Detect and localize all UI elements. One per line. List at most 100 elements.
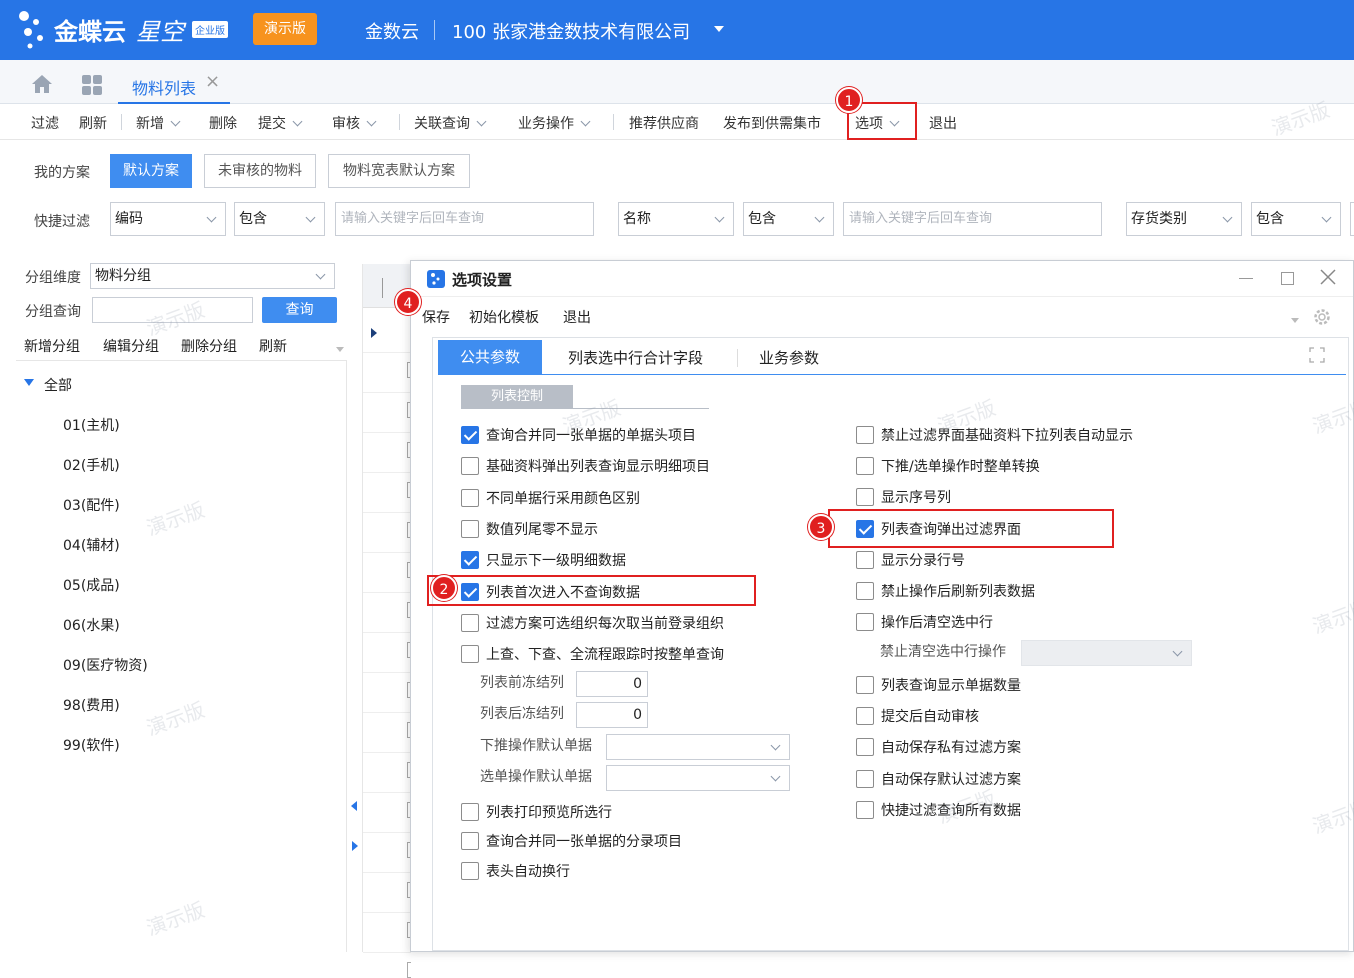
gear-icon[interactable] bbox=[1312, 307, 1332, 331]
scheme-wide-button[interactable]: 物料宽表默认方案 bbox=[328, 154, 470, 188]
forbid-clear-select[interactable] bbox=[1021, 640, 1192, 666]
tab-business-params[interactable]: 业务参数 bbox=[759, 347, 819, 368]
option-checkbox[interactable] bbox=[461, 426, 479, 444]
scheme-unaudited-button[interactable]: 未审核的物料 bbox=[204, 154, 316, 188]
option-checkbox[interactable] bbox=[856, 488, 874, 507]
dialog-exit-button[interactable]: 退出 bbox=[563, 307, 591, 327]
option-checkbox[interactable] bbox=[856, 676, 874, 694]
option-checkbox[interactable] bbox=[461, 803, 479, 821]
option-label: 查询合并同一张单据的分录项目 bbox=[486, 834, 682, 851]
option-checkbox[interactable] bbox=[461, 861, 479, 880]
related-query-button[interactable]: 关联查询 bbox=[414, 113, 487, 133]
filter-field-select-1[interactable]: 编码 bbox=[110, 202, 226, 236]
option-checkbox[interactable] bbox=[461, 519, 479, 538]
option-checkbox[interactable] bbox=[461, 551, 479, 570]
publish-button[interactable]: 发布到供需集市 bbox=[723, 113, 821, 133]
tab-material-list[interactable]: 物料列表 × bbox=[118, 60, 230, 104]
option-checkbox[interactable] bbox=[461, 832, 479, 851]
home-icon[interactable] bbox=[31, 74, 53, 98]
tree-item[interactable]: 98(费用) bbox=[63, 695, 120, 715]
tab-sum-fields[interactable]: 列表选中行合计字段 bbox=[568, 347, 703, 368]
add-group-button[interactable]: 新增分组 bbox=[24, 336, 80, 356]
filter-field-select-3[interactable]: 存货类别 bbox=[1126, 202, 1242, 236]
filter-input-3-edge[interactable] bbox=[1350, 202, 1354, 236]
tree-item[interactable]: 04(辅材) bbox=[63, 535, 120, 555]
option-checkbox[interactable] bbox=[856, 800, 874, 819]
chevron-down-icon bbox=[1321, 212, 1332, 223]
filter-field-select-2[interactable]: 名称 bbox=[618, 202, 734, 236]
recommend-supplier-button[interactable]: 推荐供应商 bbox=[629, 113, 699, 133]
refresh-button[interactable]: 刷新 bbox=[79, 113, 107, 133]
org-dropdown-icon[interactable] bbox=[714, 26, 724, 32]
push-default-select[interactable] bbox=[606, 734, 790, 760]
filter-operator-select-3[interactable]: 包含 bbox=[1251, 202, 1341, 236]
select-default-select[interactable] bbox=[606, 765, 790, 791]
tree-item[interactable]: 99(软件) bbox=[63, 735, 120, 755]
collapse-left-icon[interactable] bbox=[351, 801, 357, 811]
chevron-down-icon bbox=[770, 771, 781, 782]
option-checkbox[interactable] bbox=[856, 613, 874, 632]
option-checkbox[interactable] bbox=[461, 613, 479, 632]
more-icon[interactable] bbox=[336, 347, 344, 352]
filter-button[interactable]: 过滤 bbox=[31, 113, 59, 133]
tree-item[interactable]: 03(配件) bbox=[63, 495, 120, 515]
filter-keyword-input-1[interactable]: 请输入关键字后回车查询 bbox=[335, 202, 594, 236]
filter-operator-select-1[interactable]: 包含 bbox=[234, 202, 325, 236]
edit-group-button[interactable]: 编辑分组 bbox=[103, 336, 159, 356]
freeze-before-input[interactable]: 0 bbox=[576, 671, 648, 697]
dialog-init-template-button[interactable]: 初始化模板 bbox=[469, 307, 539, 327]
row-checkbox[interactable] bbox=[407, 962, 411, 978]
option-checkbox[interactable] bbox=[856, 707, 874, 726]
apps-grid-icon[interactable] bbox=[81, 74, 103, 100]
grid-row-line bbox=[363, 952, 411, 953]
option-checkbox[interactable] bbox=[461, 457, 479, 476]
option-checkbox[interactable] bbox=[856, 582, 874, 600]
freeze-after-input[interactable]: 0 bbox=[576, 702, 648, 728]
filter-keyword-input-2[interactable]: 请输入关键字后回车查询 bbox=[843, 202, 1102, 236]
dialog-save-button[interactable]: 保存 bbox=[422, 307, 450, 327]
delete-button[interactable]: 删除 bbox=[209, 113, 237, 133]
expand-icon[interactable] bbox=[24, 379, 34, 386]
submit-button[interactable]: 提交 bbox=[258, 113, 303, 133]
tree-item[interactable]: 05(成品) bbox=[63, 575, 120, 595]
more-icon[interactable] bbox=[1291, 318, 1299, 323]
org-name[interactable]: 100 张家港金数技术有限公司 bbox=[452, 18, 690, 44]
add-button[interactable]: 新增 bbox=[136, 113, 181, 133]
option-checkbox[interactable] bbox=[461, 645, 479, 664]
chevron-down-icon bbox=[814, 212, 825, 223]
maximize-icon[interactable] bbox=[1281, 272, 1294, 285]
tree-item[interactable]: 09(医疗物资) bbox=[63, 655, 148, 675]
option-checkbox[interactable] bbox=[461, 488, 479, 507]
minimize-icon[interactable] bbox=[1239, 278, 1253, 279]
scheme-default-button[interactable]: 默认方案 bbox=[110, 154, 192, 188]
group-query-input[interactable] bbox=[92, 297, 253, 323]
option-checkbox[interactable] bbox=[856, 550, 874, 569]
business-ops-button[interactable]: 业务操作 bbox=[518, 113, 591, 133]
close-icon[interactable]: × bbox=[205, 71, 220, 92]
expand-right-icon[interactable] bbox=[352, 841, 358, 851]
option-checkbox[interactable] bbox=[856, 738, 874, 757]
refresh-group-button[interactable]: 刷新 bbox=[259, 336, 287, 356]
close-icon[interactable] bbox=[1319, 268, 1337, 290]
tree-root[interactable]: 全部 bbox=[44, 375, 72, 395]
business-label: 业务操作 bbox=[518, 116, 574, 132]
option-checkbox[interactable] bbox=[856, 769, 874, 788]
group-query-button[interactable]: 查询 bbox=[262, 297, 337, 323]
tenant-name[interactable]: 金数云 bbox=[365, 18, 419, 44]
add-label: 新增 bbox=[136, 116, 164, 132]
option-checkbox[interactable] bbox=[856, 426, 874, 444]
option-checkbox[interactable] bbox=[856, 457, 874, 476]
delete-group-button[interactable]: 删除分组 bbox=[181, 336, 237, 356]
exit-button[interactable]: 退出 bbox=[929, 113, 957, 133]
dialog-app-icon bbox=[427, 270, 445, 288]
tab-common-params[interactable]: 公共参数 bbox=[438, 340, 542, 374]
tree-item[interactable]: 06(水果) bbox=[63, 615, 120, 635]
tree-item[interactable]: 02(手机) bbox=[63, 455, 120, 475]
chevron-down-icon bbox=[580, 116, 591, 127]
option-label: 快捷过滤查询所有数据 bbox=[881, 802, 1021, 819]
fullscreen-icon[interactable] bbox=[1309, 347, 1325, 367]
audit-button[interactable]: 审核 bbox=[332, 113, 377, 133]
group-dimension-select[interactable]: 物料分组 bbox=[90, 263, 335, 289]
tree-item[interactable]: 01(主机) bbox=[63, 415, 120, 435]
filter-operator-select-2[interactable]: 包含 bbox=[743, 202, 834, 236]
